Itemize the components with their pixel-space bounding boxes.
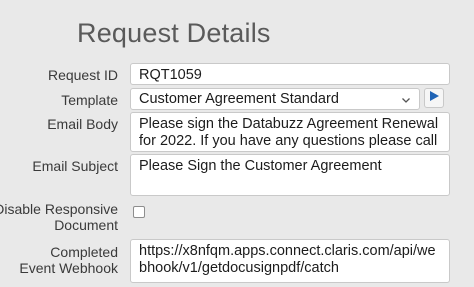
request-id-field[interactable]: RQT1059: [130, 63, 450, 85]
play-arrow-icon: [428, 89, 440, 107]
disable-responsive-label-line1: Disable Responsive: [0, 201, 118, 217]
request-id-label: Request ID: [47, 67, 118, 83]
page-title: Request Details: [77, 18, 271, 48]
template-go-button[interactable]: [424, 88, 444, 108]
email-body-field[interactable]: Please sign the Databuzz Agreement Renew…: [130, 112, 450, 152]
template-selected-value: Customer Agreement Standard: [139, 90, 339, 107]
email-subject-label: Email Subject: [32, 158, 118, 174]
email-body-label: Email Body: [47, 116, 118, 132]
webhook-label-line2: Event Webhook: [19, 260, 118, 276]
template-label: Template: [61, 92, 118, 108]
webhook-label-line1: Completed: [50, 244, 118, 260]
disable-responsive-checkbox[interactable]: [133, 206, 145, 218]
disable-responsive-label-line2: Document: [54, 217, 118, 233]
template-select[interactable]: Customer Agreement Standard: [130, 88, 420, 110]
chevron-down-icon: [401, 94, 411, 104]
email-subject-field[interactable]: Please Sign the Customer Agreement: [130, 154, 450, 196]
webhook-url-field[interactable]: https://x8nfqm.apps.connect.claris.com/a…: [130, 239, 450, 283]
